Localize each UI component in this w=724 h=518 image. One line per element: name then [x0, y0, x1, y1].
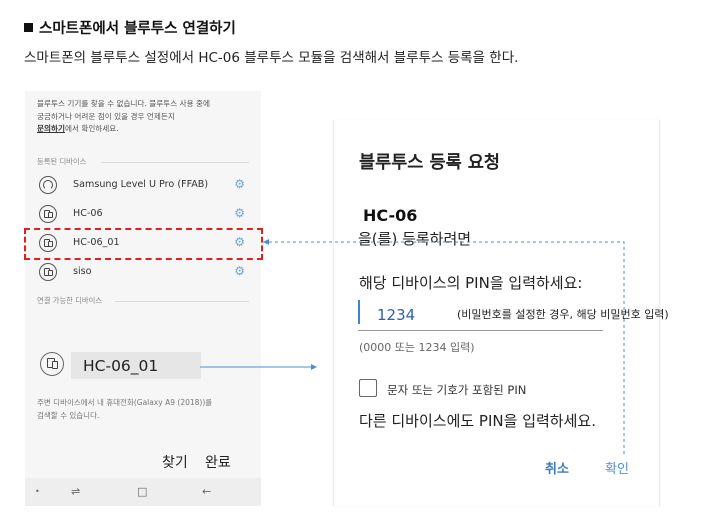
dialog-pair-text: 을(를) 등록하려면 [358, 230, 472, 248]
find-button[interactable]: 찾기 [162, 452, 188, 472]
device-icon [39, 205, 57, 223]
dot-icon: • [35, 487, 40, 496]
visibility-note-line-1: 주변 디바이스에서 내 휴대전화(Galaxy A9 (2018))를 [37, 398, 213, 407]
square-bullet-icon [24, 23, 33, 32]
arrow-left-icon [263, 239, 269, 245]
device-name: HC-06 [73, 208, 103, 219]
available-device-name: HC-06_01 [83, 357, 159, 375]
back-icon[interactable]: ← [202, 485, 211, 498]
cancel-button[interactable]: 취소 [545, 458, 569, 477]
section-heading: 스마트폰에서 블루투스 연결하기 [24, 17, 236, 38]
password-annotation: (비밀번호를 설정한 경우, 해당 비밀번호 입력) [457, 308, 669, 321]
checkbox-label: 문자 또는 기호가 포함된 PIN [387, 383, 527, 397]
device-row-samsung[interactable]: Samsung Level U Pro (FFAB) ⚙ [37, 173, 247, 197]
visibility-note: 주변 디바이스에서 내 휴대전화(Galaxy A9 (2018))를 검색할 … [37, 397, 212, 422]
paired-devices-header: 등록된 디바이스 [37, 157, 87, 166]
pin-warning-text: 다른 디바이스에도 PIN을 입력하세요. [359, 412, 596, 430]
confirm-button[interactable]: 확인 [605, 458, 629, 477]
phone-bluetooth-settings: 블루투스 기기를 찾을 수 없습니다. 블루투스 사용 중에 궁금하거나 어려운… [25, 91, 261, 506]
device-row-siso[interactable]: siso ⚙ [37, 260, 247, 284]
pin-input[interactable]: 1234 [377, 306, 415, 324]
available-devices-header: 연결 가능한 디바이스 [37, 296, 103, 305]
gear-icon[interactable]: ⚙ [234, 206, 245, 220]
visibility-note-line-2: 검색할 수 있습니다. [37, 410, 100, 420]
text-cursor [358, 300, 360, 324]
headphones-icon [39, 176, 57, 194]
intro-text: 스마트폰의 블루투스 설정에서 HC-06 블루투스 모듈을 검색해서 블루투스… [24, 50, 519, 66]
info-line-2: 궁금하거나 어려운 점이 있을 경우 언제든지 [37, 111, 175, 121]
device-row-hc06[interactable]: HC-06 ⚙ [37, 202, 247, 226]
device-name: Samsung Level U Pro (FFAB) [73, 179, 209, 190]
section-heading-text: 스마트폰에서 블루투스 연결하기 [39, 21, 236, 37]
gear-icon[interactable]: ⚙ [234, 177, 245, 191]
arrow-right-icon [311, 364, 317, 370]
dialog-title: 블루투스 등록 요청 [359, 153, 500, 173]
home-icon[interactable]: □ [137, 485, 147, 498]
pin-contains-symbols-checkbox[interactable] [359, 379, 377, 397]
info-line-3-rest: 에서 확인하세요. [64, 124, 119, 133]
device-icon [39, 263, 57, 281]
selected-device-highlight [24, 228, 263, 260]
info-line-3: 문의하기에서 확인하세요. [37, 123, 210, 136]
pin-prompt: 해당 디바이스의 PIN을 입력하세요: [359, 274, 583, 292]
contact-link[interactable]: 문의하기 [37, 124, 65, 133]
dialog-device-name: HC-06 [363, 206, 418, 225]
done-button[interactable]: 완료 [205, 452, 231, 472]
pin-hint: (0000 또는 1234 입력) [359, 341, 475, 354]
recent-apps-icon[interactable]: ⇌ [71, 485, 80, 498]
divider [101, 162, 249, 163]
divider [115, 301, 249, 302]
no-device-info: 블루투스 기기를 찾을 수 없습니다. 블루투스 사용 중에 궁금하거나 어려운… [37, 98, 210, 136]
gear-icon[interactable]: ⚙ [234, 264, 245, 278]
device-name: siso [73, 266, 92, 277]
pin-input-underline [358, 330, 603, 331]
device-icon [40, 352, 64, 376]
navigation-bar: • ⇌ □ ← [25, 478, 261, 506]
info-line-1: 블루투스 기기를 찾을 수 없습니다. 블루투스 사용 중에 [37, 99, 211, 108]
